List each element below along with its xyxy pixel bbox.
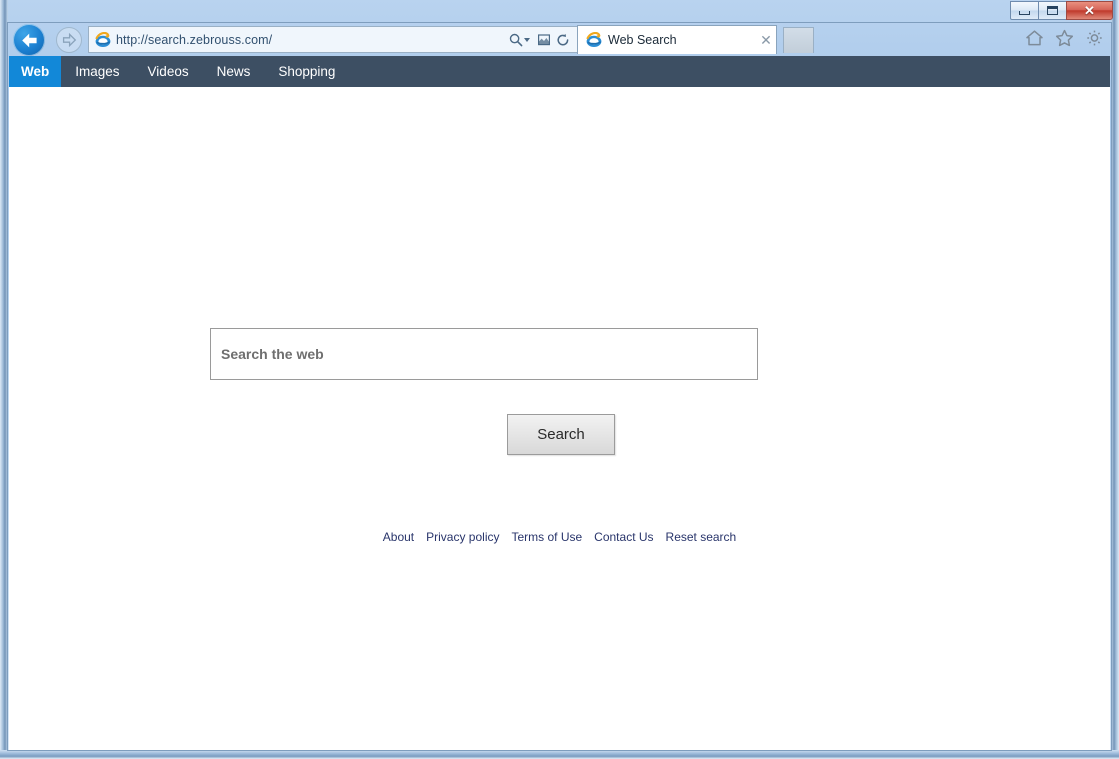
back-arrow-icon xyxy=(21,33,37,47)
url-text: http://search.zebrouss.com/ xyxy=(116,32,273,47)
new-tab-button[interactable] xyxy=(783,27,814,53)
ie-logo-icon xyxy=(586,32,602,47)
footer-links: About Privacy policy Terms of Use Contac… xyxy=(9,530,1110,544)
site-nav-label: Videos xyxy=(147,64,189,79)
maximize-icon xyxy=(1047,6,1058,15)
site-nav-label: Shopping xyxy=(278,64,336,79)
tab-title: Web Search xyxy=(608,33,677,47)
maximize-button[interactable] xyxy=(1038,1,1067,20)
site-nav-item-images[interactable]: Images xyxy=(61,56,133,87)
browser-window: ✕ http://search.zebrouss.com/ Web Search… xyxy=(0,0,1119,759)
minimize-icon xyxy=(1019,11,1030,15)
site-nav-label: News xyxy=(216,64,251,79)
forward-button[interactable] xyxy=(56,27,82,53)
search-input[interactable] xyxy=(210,328,758,380)
site-nav-label: Images xyxy=(75,64,120,79)
window-frame-right xyxy=(1111,0,1119,759)
ie-logo-icon xyxy=(95,31,111,47)
refresh-icon[interactable] xyxy=(554,30,571,49)
magnifier-icon[interactable] xyxy=(507,30,524,49)
footer-link-terms-of-use[interactable]: Terms of Use xyxy=(511,530,582,544)
back-button[interactable] xyxy=(13,24,45,56)
footer-link-reset-search[interactable]: Reset search xyxy=(666,530,737,544)
footer-link-privacy-policy[interactable]: Privacy policy xyxy=(426,530,499,544)
minimize-button[interactable] xyxy=(1010,1,1039,20)
search-button[interactable]: Search xyxy=(507,414,615,455)
site-navigation: Web Images Videos News Shopping xyxy=(9,56,1110,87)
address-bar-icons xyxy=(507,30,577,49)
home-icon[interactable] xyxy=(1023,27,1045,49)
window-frame-left xyxy=(0,0,8,759)
chevron-down-icon[interactable] xyxy=(524,37,530,42)
footer-link-about[interactable]: About xyxy=(383,530,414,544)
window-controls: ✕ xyxy=(1010,1,1113,21)
page-viewport: Web Images Videos News Shopping Search A… xyxy=(9,56,1110,750)
tab-close-icon[interactable]: ✕ xyxy=(756,29,776,51)
address-bar[interactable]: http://search.zebrouss.com/ xyxy=(88,26,578,53)
close-button[interactable]: ✕ xyxy=(1066,1,1113,20)
site-nav-item-shopping[interactable]: Shopping xyxy=(264,56,349,87)
footer-link-contact-us[interactable]: Contact Us xyxy=(594,530,653,544)
star-icon[interactable] xyxy=(1053,27,1075,49)
close-icon: ✕ xyxy=(1084,3,1095,18)
site-nav-label: Web xyxy=(21,64,50,79)
site-nav-item-news[interactable]: News xyxy=(203,56,265,87)
site-nav-item-videos[interactable]: Videos xyxy=(134,56,203,87)
compatibility-view-icon[interactable] xyxy=(535,30,552,49)
title-bar: ✕ xyxy=(0,0,1119,22)
forward-arrow-icon xyxy=(62,33,76,47)
command-bar xyxy=(1023,27,1105,49)
browser-tab[interactable]: Web Search ✕ xyxy=(577,25,777,54)
gear-icon[interactable] xyxy=(1083,27,1105,49)
browser-toolbar: http://search.zebrouss.com/ Web Search ✕ xyxy=(8,22,1111,56)
window-frame-bottom xyxy=(0,750,1119,759)
site-nav-item-web[interactable]: Web xyxy=(9,56,62,87)
